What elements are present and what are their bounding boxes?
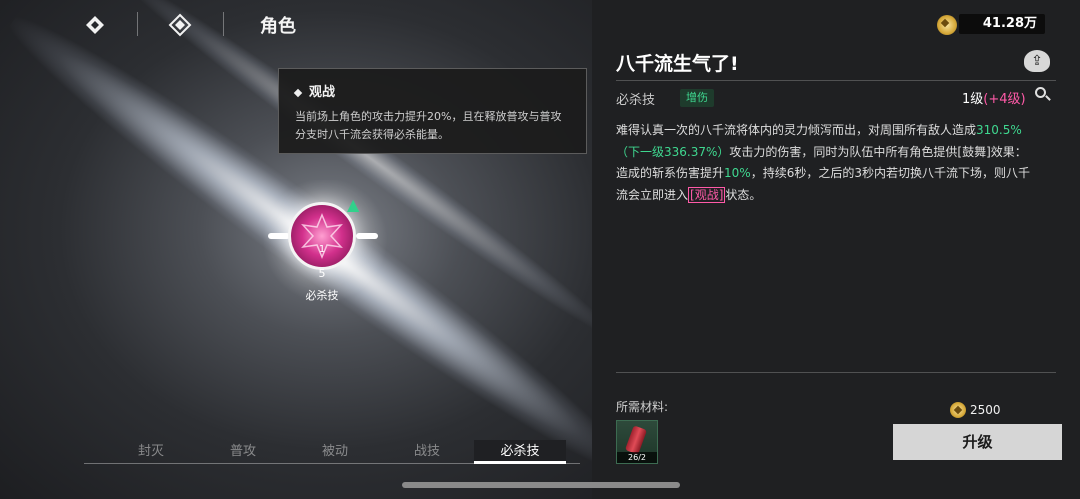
divider xyxy=(616,372,1056,373)
tooltip-title: 观战 xyxy=(293,81,570,100)
diamond-bullet-icon xyxy=(293,88,303,97)
home-indicator[interactable] xyxy=(402,482,680,488)
material-item[interactable]: 26/2 xyxy=(616,420,658,464)
currency-amount: 41.28万 xyxy=(959,14,1045,34)
home-icon[interactable] xyxy=(167,12,193,38)
back-icon[interactable] xyxy=(82,12,108,38)
tab-basic-attack[interactable]: 普攻 xyxy=(197,440,289,464)
node-spike-left xyxy=(268,233,290,239)
passive-tooltip: 观战 当前场上角色的攻击力提升20%，且在释放普攻与普攻分支时八千流会获得必杀能… xyxy=(278,68,587,154)
skill-node-level: 5 xyxy=(318,267,326,280)
skill-detail-panel: 41.28万 八千流生气了! ⇪ 必杀技 增伤 1级(+4级) 难得认真一次的八… xyxy=(592,0,1080,499)
spectate-keyword-link[interactable]: [观战] xyxy=(688,186,726,203)
buff-value: 10% xyxy=(724,166,751,180)
skill-level-bonus: (+4级) xyxy=(983,92,1026,107)
scroll-item-icon xyxy=(624,425,648,455)
coin-icon xyxy=(950,402,966,418)
tab-seal[interactable]: 封灭 xyxy=(105,440,197,464)
skill-type: 必杀技 xyxy=(616,93,656,108)
materials-label: 所需材料: xyxy=(616,400,669,414)
upgrade-button[interactable]: 升级 xyxy=(893,424,1062,460)
tab-combat-skill[interactable]: 战技 xyxy=(381,440,473,464)
tooltip-title-text: 观战 xyxy=(309,85,336,100)
skill-emblem-icon xyxy=(301,213,343,259)
description-text: 状态。 xyxy=(725,187,762,202)
skill-tabs: 封灭 普攻 被动 战技 必杀技 xyxy=(84,440,580,464)
divider xyxy=(616,80,1056,81)
top-nav: 角色 xyxy=(0,0,592,48)
skill-tree-scene: 角色 观战 当前场上角色的攻击力提升20%，且在释放普攻与普攻分支时八千流会获得… xyxy=(0,0,592,499)
tab-passive[interactable]: 被动 xyxy=(289,440,381,464)
tooltip-body: 当前场上角色的攻击力提升20%，且在释放普攻与普攻分支时八千流会获得必杀能量。 xyxy=(295,110,562,141)
coin-icon xyxy=(937,15,957,35)
skill-tag-badge: 增伤 xyxy=(680,89,714,107)
skill-node-inner-level: 1 xyxy=(318,244,326,255)
search-icon[interactable] xyxy=(1034,86,1052,104)
skill-name: 八千流生气了! xyxy=(616,53,739,75)
ultimate-skill-node[interactable]: 1 xyxy=(288,202,356,270)
share-icon[interactable]: ⇪ xyxy=(1024,50,1050,72)
skill-node-label: 必杀技 xyxy=(305,289,339,302)
skill-description: 难得认真一次的八千流将体内的灵力倾泻而出，对周围所有敌人造成310.5%（下一级… xyxy=(616,120,1036,206)
nav-separator xyxy=(137,12,138,36)
cost-value: 2500 xyxy=(970,403,1001,417)
currency-display: 41.28万 xyxy=(937,12,1045,36)
page-title: 角色 xyxy=(260,16,296,37)
node-spike-right xyxy=(356,233,378,239)
tab-ultimate[interactable]: 必杀技 xyxy=(474,440,566,464)
nav-separator xyxy=(223,12,224,36)
material-quantity: 26/2 xyxy=(617,452,657,463)
description-text: 难得认真一次的八千流将体内的灵力倾泻而出，对周围所有敌人造成 xyxy=(616,123,977,137)
skill-level: 1级(+4级) xyxy=(962,88,1026,107)
skill-level-value: 1级 xyxy=(962,92,984,107)
upgrade-available-icon: ▲ xyxy=(347,195,360,214)
